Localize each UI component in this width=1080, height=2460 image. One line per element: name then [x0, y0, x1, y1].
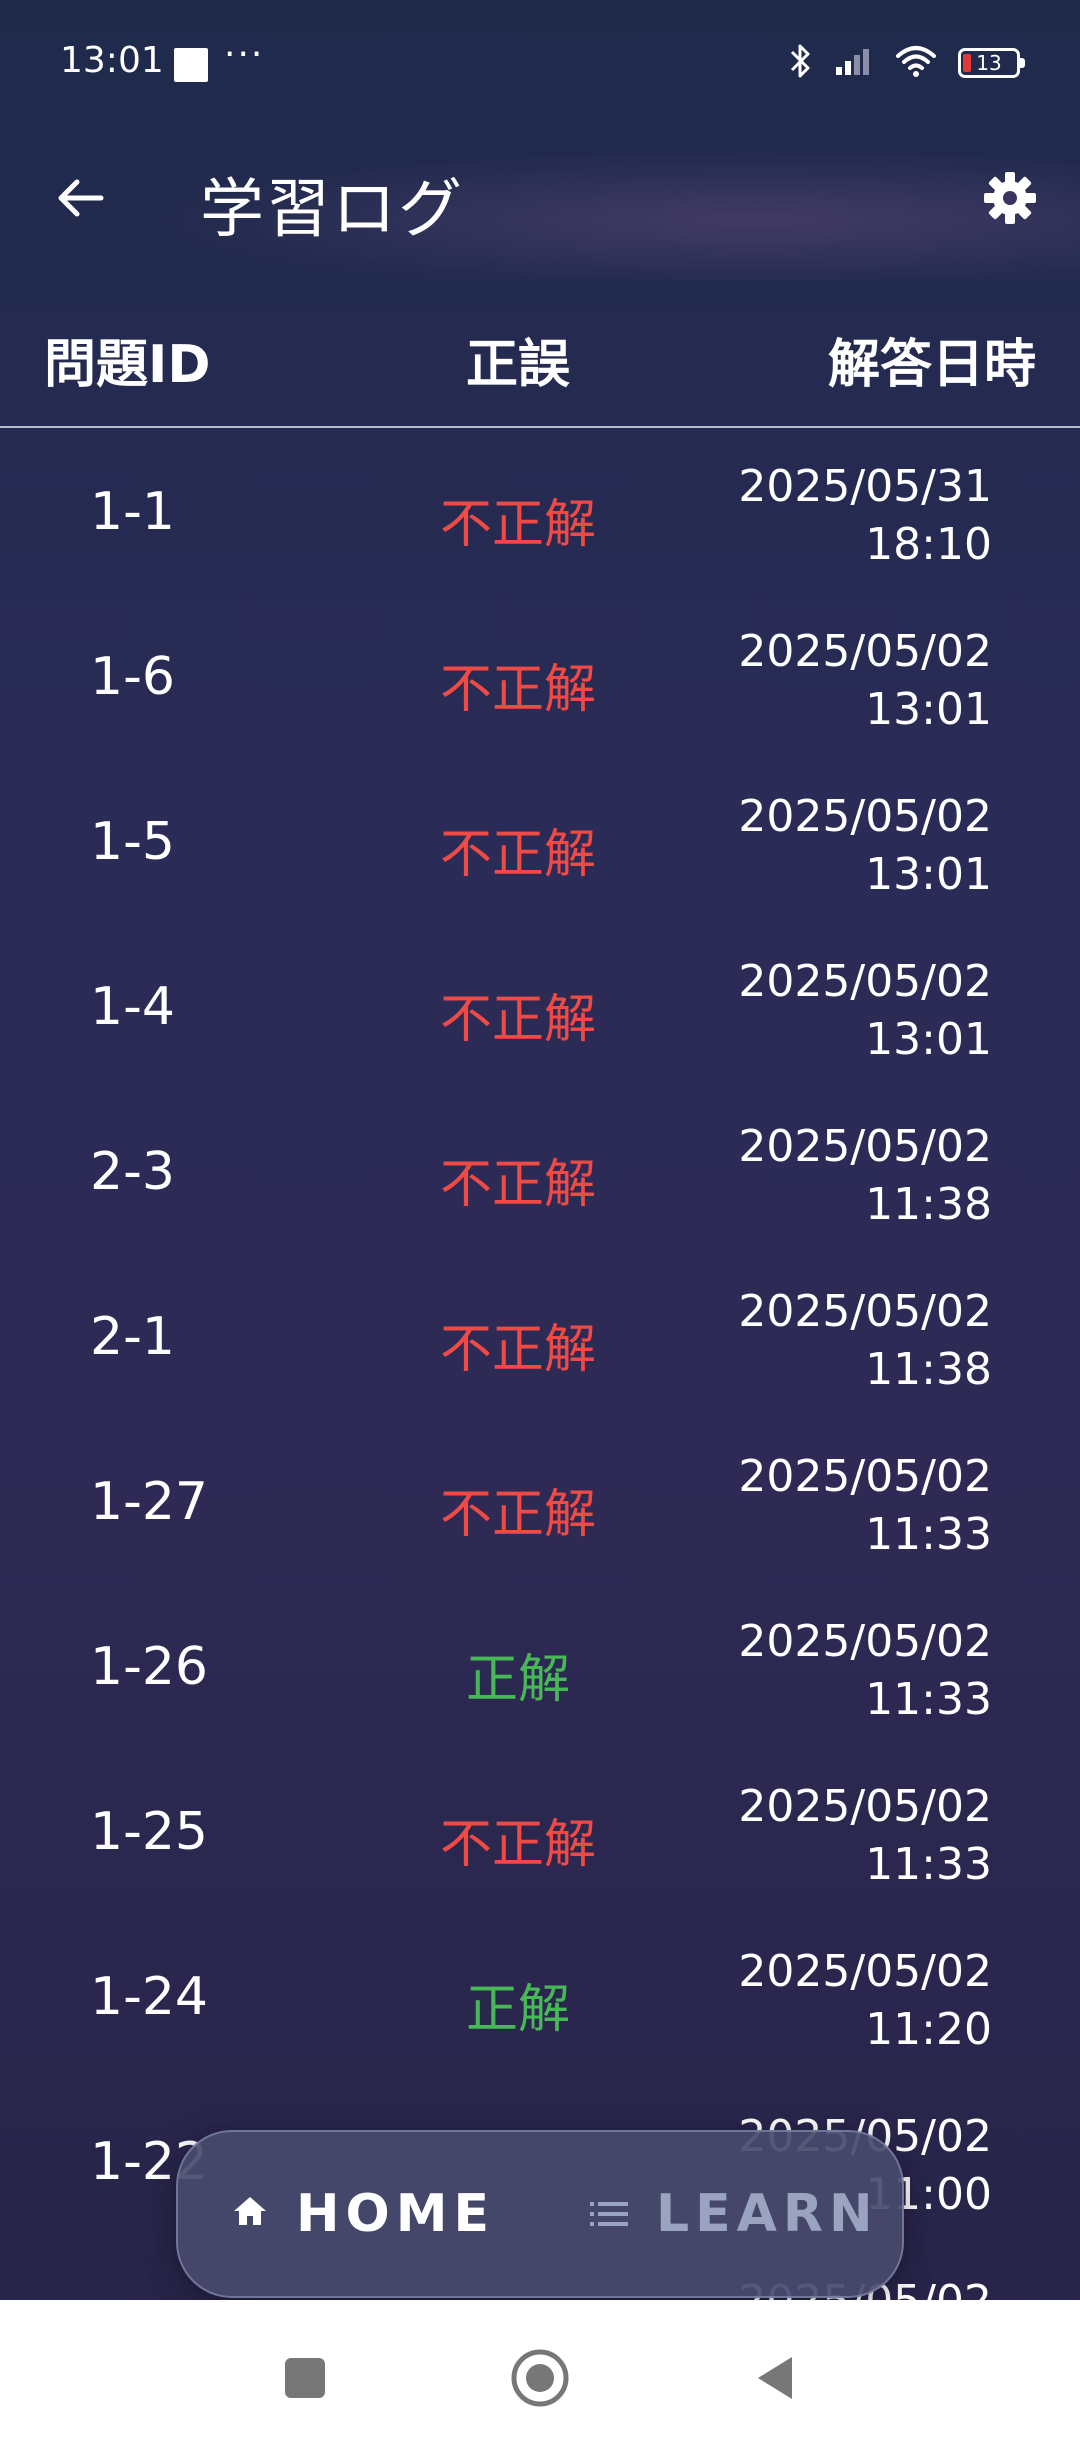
more-notifications-icon: ··· [224, 34, 265, 75]
table-row[interactable]: 2-1 不正解 2025/05/02 11:38 [0, 1255, 1080, 1420]
answer-time: 13:01 [865, 849, 992, 900]
answer-date: 2025/05/02 [738, 791, 992, 842]
table-row[interactable]: 1-24 正解 2025/05/02 11:20 [0, 1915, 1080, 2080]
answer-time: 11:20 [865, 2004, 992, 2055]
log-list[interactable]: 1-1 不正解 2025/05/31 18:10 1-6 不正解 2025/05/02 13:… [0, 430, 1080, 2300]
bluetooth-icon [788, 42, 814, 84]
answer-time: 18:10 [865, 519, 992, 570]
nav-home-label: HOME [296, 2184, 495, 2244]
answer-date: 2025/05/02 [738, 1451, 992, 1502]
wifi-icon [894, 44, 938, 82]
answer-datetime: 2025/05/02 13:01 [738, 953, 992, 1069]
answer-datetime: 2025/05/02 11:33 [738, 1613, 992, 1729]
nav-home-button[interactable]: HOME [230, 2184, 495, 2244]
table-row[interactable]: 2-3 不正解 2025/05/02 11:38 [0, 1090, 1080, 1255]
system-navigation-bar [0, 2300, 1080, 2460]
answer-date: 2025/05/31 [738, 461, 992, 512]
nav-learn-button[interactable]: LEARN [588, 2184, 878, 2244]
home-icon [230, 2184, 270, 2244]
answer-datetime: 2025/05/02 11:38 [738, 1283, 992, 1399]
notification-square-icon [174, 48, 208, 82]
answer-datetime: 2025/05/31 18:10 [738, 458, 992, 574]
status-bar: 13:01 ··· 13 [0, 0, 1080, 130]
status-icons: 13 [788, 42, 1025, 84]
app-bar: 学習ログ [0, 130, 1080, 280]
answer-time: 13:01 [865, 684, 992, 735]
answer-datetime: 2025/05/02 11:33 [738, 1448, 992, 1564]
answer-time: 13:01 [865, 1014, 992, 1065]
table-row[interactable]: 1-6 不正解 2025/05/02 13:01 [0, 595, 1080, 760]
answer-date: 2025/05/02 [738, 1286, 992, 1337]
answer-time: 11:38 [865, 1344, 992, 1395]
table-row[interactable]: 1-26 正解 2025/05/02 11:33 [0, 1585, 1080, 1750]
system-home-button[interactable] [490, 2330, 590, 2430]
list-icon [588, 2184, 630, 2244]
answer-date: 2025/05/02 [738, 1781, 992, 1832]
table-row[interactable]: 1-27 不正解 2025/05/02 11:33 [0, 1420, 1080, 1585]
table-row[interactable]: 1-4 不正解 2025/05/02 13:01 [0, 925, 1080, 1090]
answer-time: 11:33 [865, 1509, 992, 1560]
answer-time: 11:38 [865, 1179, 992, 1230]
page-title: 学習ログ [200, 173, 464, 247]
back-button[interactable] [40, 160, 120, 240]
triangle-back-icon [752, 2353, 798, 2407]
answer-time: 11:33 [865, 1839, 992, 1890]
battery-icon: 13 [958, 48, 1025, 78]
square-icon [282, 2355, 328, 2405]
table-header: 問題ID 正誤 解答日時 [0, 280, 1080, 428]
status-time: 13:01 [60, 40, 164, 81]
nav-learn-label: LEARN [656, 2184, 879, 2244]
table-row[interactable]: 1-1 不正解 2025/05/31 18:10 [0, 430, 1080, 595]
table-row[interactable]: 1-5 不正解 2025/05/02 13:01 [0, 760, 1080, 925]
recent-apps-button[interactable] [255, 2330, 355, 2430]
system-back-button[interactable] [725, 2330, 825, 2430]
answer-datetime: 2025/05/02 11:33 [738, 1778, 992, 1894]
answer-datetime: 2025/05/02 11:20 [738, 1943, 992, 2059]
table-row[interactable]: 1-25 不正解 2025/05/02 11:33 [0, 1750, 1080, 1915]
answer-date: 2025/05/02 [738, 1121, 992, 1172]
answer-datetime: 2025/05/02 11:38 [738, 1118, 992, 1234]
answer-datetime: 2025/05/02 13:01 [738, 788, 992, 904]
bottom-nav: HOME LEARN [176, 2130, 904, 2298]
arrow-left-icon [55, 176, 105, 224]
answer-time: 11:33 [865, 1674, 992, 1725]
answer-datetime: 2025/05/02 13:01 [738, 623, 992, 739]
battery-level: 13 [976, 51, 1002, 75]
circle-icon [510, 2348, 570, 2412]
answer-date: 2025/05/02 [738, 1616, 992, 1667]
answer-date: 2025/05/02 [738, 956, 992, 1007]
settings-button[interactable] [970, 160, 1050, 240]
column-header-date: 解答日時 [827, 335, 1036, 395]
answer-date: 2025/05/02 [738, 626, 992, 677]
answer-date: 2025/05/02 [738, 1946, 992, 1997]
gear-icon [982, 170, 1038, 230]
signal-icon [834, 45, 874, 81]
